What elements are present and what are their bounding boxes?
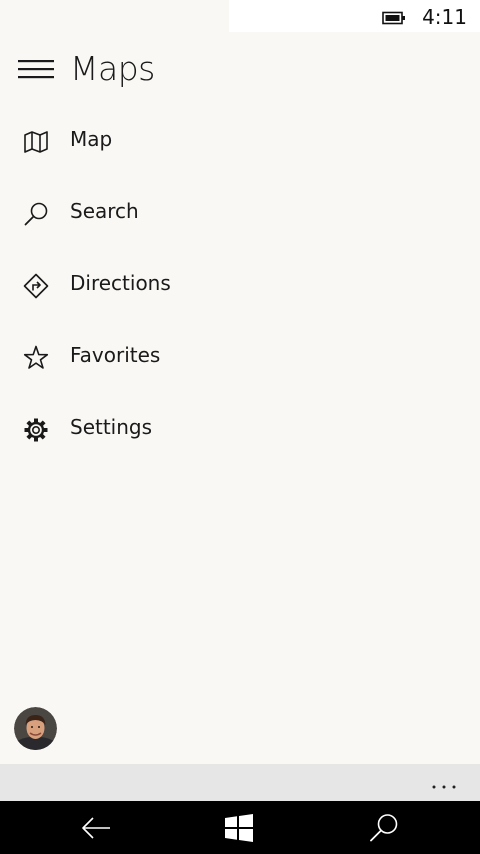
more-icon[interactable]: [430, 768, 458, 796]
search-icon: [24, 202, 48, 226]
nav-item-search[interactable]: Search: [0, 177, 480, 249]
nav-item-directions[interactable]: Directions: [0, 249, 480, 321]
nav-item-label: Settings: [70, 415, 153, 439]
gear-icon: [24, 418, 48, 442]
nav-item-settings[interactable]: Settings: [0, 393, 480, 465]
maps-app-screen: 4:11 Maps Map Search Directions Favorite…: [0, 0, 480, 854]
status-time: 4:11: [422, 5, 467, 29]
page-title: Maps: [70, 49, 155, 88]
nav-item-label: Directions: [70, 271, 171, 295]
nav-item-label: Favorites: [70, 343, 161, 367]
status-bar: 4:11: [0, 0, 480, 32]
nav-item-label: Map: [70, 127, 113, 151]
directions-icon: [23, 273, 49, 299]
nav-item-label: Search: [70, 199, 139, 223]
hamburger-icon[interactable]: [16, 56, 56, 86]
nav-menu: Map Search Directions Favorites Settings: [0, 105, 480, 465]
avatar[interactable]: [14, 707, 57, 750]
battery-icon: [382, 11, 405, 25]
star-icon: [23, 345, 49, 369]
back-arrow-icon[interactable]: [79, 811, 113, 845]
app-bar: [0, 764, 480, 801]
windows-logo-icon[interactable]: [222, 811, 256, 845]
nav-item-map[interactable]: Map: [0, 105, 480, 177]
system-nav-bar: [0, 801, 480, 854]
nav-item-favorites[interactable]: Favorites: [0, 321, 480, 393]
search-icon[interactable]: [367, 811, 401, 845]
map-icon: [24, 131, 48, 153]
avatar-photo: [14, 707, 57, 750]
